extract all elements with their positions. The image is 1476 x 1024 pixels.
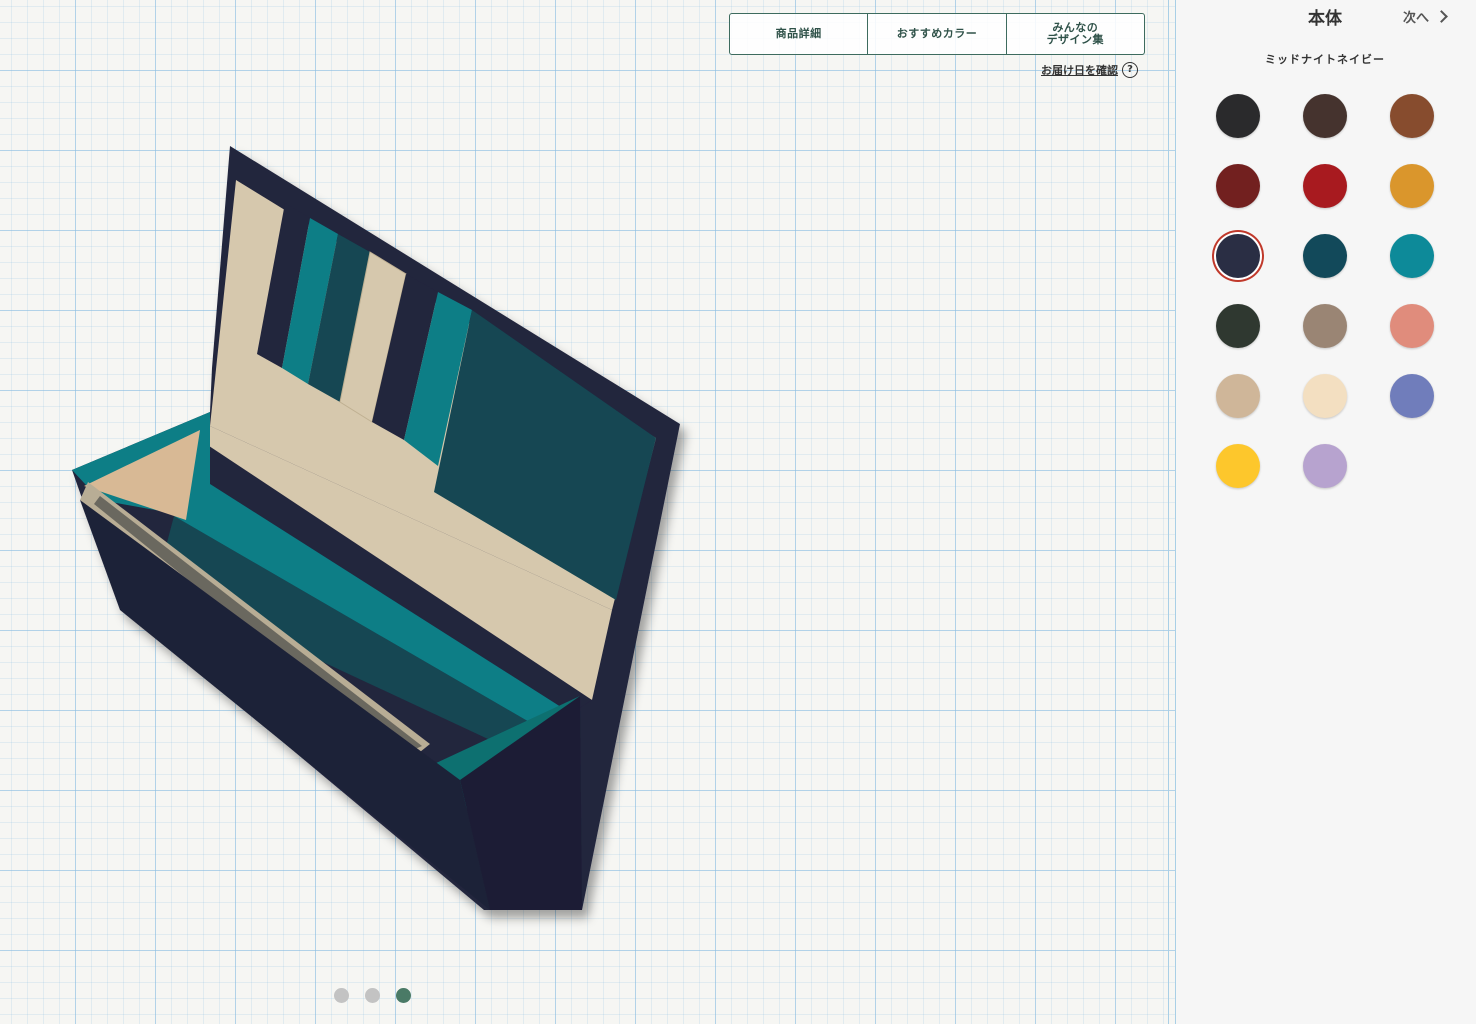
color-swatch[interactable]: [1216, 94, 1260, 138]
question-icon[interactable]: ?: [1122, 62, 1138, 78]
color-swatch[interactable]: [1390, 304, 1434, 348]
color-swatch[interactable]: [1216, 444, 1260, 488]
next-label: 次へ: [1403, 11, 1430, 26]
color-swatch-grid: [1216, 94, 1434, 488]
color-picker-panel: 本体 次へ ミッドナイトネイビー: [1177, 0, 1476, 1024]
color-swatch[interactable]: [1303, 304, 1347, 348]
color-swatch[interactable]: [1216, 374, 1260, 418]
wallet-preview-image[interactable]: [60, 140, 700, 930]
color-swatch[interactable]: [1216, 164, 1260, 208]
delivery-date-link[interactable]: お届け日を確認 ?: [1041, 62, 1138, 78]
viewer-divider: [1168, 0, 1176, 1024]
tab-recommended-colors[interactable]: おすすめカラー: [868, 14, 1007, 54]
product-viewer: 商品詳細 おすすめカラー みんなの デザイン集 お届け日を確認 ?: [0, 0, 1176, 1024]
delivery-date-label: お届け日を確認: [1041, 64, 1118, 77]
color-swatch[interactable]: [1303, 374, 1347, 418]
color-swatch[interactable]: [1303, 234, 1347, 278]
color-swatch[interactable]: [1390, 164, 1434, 208]
tab-community-designs[interactable]: みんなの デザイン集: [1007, 14, 1144, 54]
selected-color-name: ミッドナイトネイビー: [1265, 53, 1385, 66]
chevron-right-icon: [1435, 10, 1448, 23]
color-swatch[interactable]: [1303, 94, 1347, 138]
carousel-dots: [334, 988, 411, 1003]
carousel-dot-3[interactable]: [396, 988, 411, 1003]
info-tabs: 商品詳細 おすすめカラー みんなの デザイン集: [729, 13, 1145, 55]
color-swatch[interactable]: [1303, 164, 1347, 208]
color-swatch[interactable]: [1390, 94, 1434, 138]
color-swatch[interactable]: [1390, 374, 1434, 418]
next-button[interactable]: 次へ: [1403, 7, 1448, 26]
tab-product-details[interactable]: 商品詳細: [730, 14, 869, 54]
carousel-dot-1[interactable]: [334, 988, 349, 1003]
color-swatch[interactable]: [1216, 304, 1260, 348]
color-swatch[interactable]: [1216, 234, 1260, 278]
color-swatch[interactable]: [1303, 444, 1347, 488]
carousel-dot-2[interactable]: [365, 988, 380, 1003]
color-swatch[interactable]: [1390, 234, 1434, 278]
